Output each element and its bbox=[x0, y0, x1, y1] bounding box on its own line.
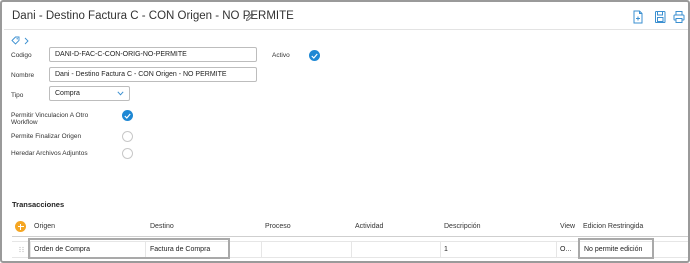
tipo-value: Compra bbox=[55, 90, 80, 97]
chevron-down-icon bbox=[117, 91, 124, 96]
permitir-vinculacion-checkbox[interactable] bbox=[122, 110, 133, 121]
row-drag-handle-icon[interactable] bbox=[18, 246, 25, 253]
new-document-icon[interactable] bbox=[632, 10, 644, 24]
column-divider bbox=[261, 241, 262, 258]
checkmark-icon bbox=[124, 113, 131, 119]
tipo-select[interactable]: Compra bbox=[49, 86, 130, 101]
heredar-label: Heredar Archivos Adjuntos bbox=[11, 150, 88, 157]
permitir-vinculacion-label-line2: Workflow bbox=[11, 119, 38, 126]
table-header-divider bbox=[12, 236, 688, 237]
header-bar: Dani - Destino Factura C - CON Origen - … bbox=[4, 4, 688, 30]
nombre-field[interactable]: Dani - Destino Factura C - CON Origen - … bbox=[49, 67, 257, 82]
tags-toggle[interactable] bbox=[11, 36, 29, 45]
save-icon[interactable] bbox=[654, 10, 666, 24]
print-icon[interactable] bbox=[673, 10, 685, 24]
nombre-label: Nombre bbox=[11, 72, 35, 79]
codigo-label: Codigo bbox=[11, 52, 32, 59]
highlight-origen-destino bbox=[28, 238, 230, 259]
column-header-origen[interactable]: Origen bbox=[34, 223, 55, 230]
tipo-label: Tipo bbox=[11, 92, 24, 99]
heredar-checkbox[interactable] bbox=[122, 148, 133, 159]
codigo-field[interactable]: DANI-D-FAC-C-CON-ORIG-NO-PERMITE bbox=[49, 47, 257, 62]
column-header-view[interactable]: View bbox=[560, 223, 575, 230]
column-header-destino[interactable]: Destino bbox=[150, 223, 174, 230]
highlight-edicion-restringida bbox=[578, 238, 654, 259]
activo-checkbox[interactable] bbox=[309, 50, 320, 61]
column-divider bbox=[351, 241, 352, 258]
column-divider bbox=[440, 241, 441, 258]
cell-descripcion[interactable]: 1 bbox=[444, 246, 448, 253]
add-transaction-button[interactable] bbox=[15, 221, 26, 232]
edit-icon[interactable] bbox=[245, 12, 255, 22]
checkmark-icon bbox=[311, 53, 318, 59]
column-header-edicion-restringida[interactable]: Edicion Restringida bbox=[583, 223, 643, 230]
column-header-actividad[interactable]: Actividad bbox=[355, 223, 383, 230]
column-header-descripcion[interactable]: Descripción bbox=[444, 223, 481, 230]
activo-label: Activo bbox=[272, 52, 290, 59]
tag-icon bbox=[11, 36, 20, 45]
transacciones-title: Transacciones bbox=[12, 200, 65, 209]
window-frame: Dani - Destino Factura C - CON Origen - … bbox=[0, 0, 690, 263]
permitir-vinculacion-label: Permitir Vinculacion A Otro bbox=[11, 112, 89, 119]
permite-finalizar-checkbox[interactable] bbox=[122, 131, 133, 142]
column-divider bbox=[556, 241, 557, 258]
cell-view[interactable]: O... bbox=[560, 246, 571, 253]
chevron-right-icon bbox=[24, 37, 29, 44]
permite-finalizar-label: Permite Finalizar Origen bbox=[11, 133, 82, 140]
column-header-proceso[interactable]: Proceso bbox=[265, 223, 291, 230]
